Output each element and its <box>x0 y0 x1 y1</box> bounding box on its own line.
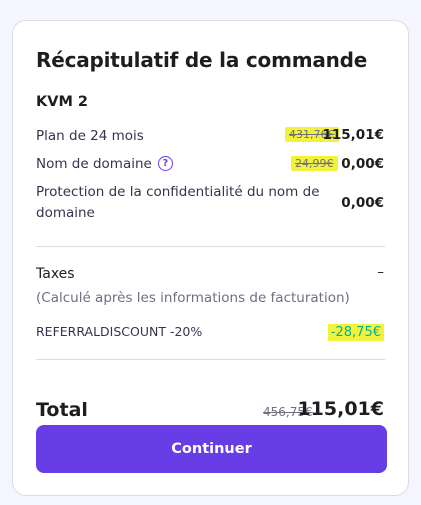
domain-label: Nom de domaine? <box>36 153 173 175</box>
taxes-label: Taxes <box>36 266 75 282</box>
privacy-label-line2: domaine <box>36 205 95 221</box>
discount-value: -28,75€ <box>327 324 384 341</box>
domain-old-price: 24,99€ <box>291 156 338 171</box>
divider <box>36 359 385 360</box>
total-label: Total <box>36 399 88 421</box>
plan-label: Plan de 24 mois <box>36 128 144 144</box>
continue-button[interactable]: Continuer <box>36 425 387 473</box>
divider <box>36 246 385 247</box>
order-summary-card: Récapitulatif de la commande KVM 2 Plan … <box>12 20 409 496</box>
order-summary-title: Récapitulatif de la commande <box>36 48 368 72</box>
privacy-price: 0,00€ <box>341 195 384 211</box>
plan-price: 115,01€ <box>322 127 385 143</box>
question-circle-icon[interactable]: ? <box>157 155 173 171</box>
discount-label: REFERRALDISCOUNT -20% <box>36 324 203 339</box>
total-price: 115,01€ <box>297 398 384 420</box>
taxes-value: – <box>377 264 384 280</box>
taxes-note: (Calculé après les informations de factu… <box>36 290 350 306</box>
domain-price: 0,00€ <box>341 156 384 172</box>
privacy-label-line1: Protection de la confidentialité du nom … <box>36 184 320 200</box>
product-name: KVM 2 <box>36 94 89 110</box>
domain-label-text: Nom de domaine <box>36 156 152 172</box>
